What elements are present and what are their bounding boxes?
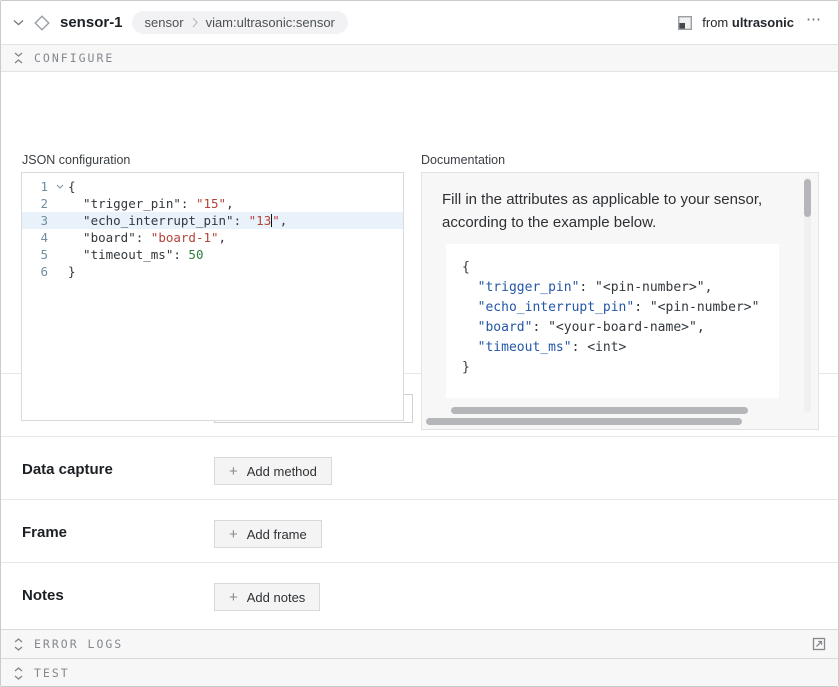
json-configuration-label: JSON configuration <box>22 153 130 167</box>
code-line[interactable]: 4 "board": "board-1", <box>22 229 403 246</box>
type-label: sensor <box>145 15 184 30</box>
fold-chevron-icon[interactable] <box>52 178 68 195</box>
open-external-icon[interactable] <box>812 637 826 651</box>
add-method-button[interactable]: + Add method <box>214 457 332 485</box>
add-notes-button[interactable]: + Add notes <box>214 583 320 611</box>
frame-section: Frame + Add frame <box>1 499 838 562</box>
configure-bar[interactable]: CONFIGURE <box>1 44 838 72</box>
code-text: "board": "board-1", <box>68 229 403 246</box>
add-frame-button[interactable]: + Add frame <box>214 520 322 548</box>
code-text: { <box>68 178 403 195</box>
frame-label: Frame <box>22 520 214 541</box>
line-number: 5 <box>22 246 52 263</box>
line-number: 4 <box>22 229 52 246</box>
code-line[interactable]: 3 "echo_interrupt_pin": "13", <box>22 212 403 229</box>
documentation-panel: Fill in the attributes as applicable to … <box>421 172 819 430</box>
code-line[interactable]: 1{ <box>22 178 403 195</box>
sensor-diamond-icon <box>33 14 51 32</box>
test-title: TEST <box>34 666 70 680</box>
fold-gutter <box>52 212 68 229</box>
code-line[interactable]: 6} <box>22 263 403 280</box>
collapse-section-icon <box>13 52 24 64</box>
documentation-label: Documentation <box>421 153 505 167</box>
doc-code-line: } <box>462 358 779 378</box>
doc-code-line: "trigger_pin": "<pin-number>", <box>462 278 779 298</box>
header-left: sensor-1 sensor viam:ultrasonic:sensor <box>13 11 678 34</box>
doc-code-line: "timeout_ms": <int> <box>462 338 779 358</box>
fold-gutter <box>52 246 68 263</box>
test-bar[interactable]: TEST <box>1 658 838 687</box>
component-header: sensor-1 sensor viam:ultrasonic:sensor f… <box>1 1 838 44</box>
header-right: from ultrasonic ⋯ <box>678 10 824 35</box>
collapse-chevron-icon[interactable] <box>13 19 24 26</box>
json-editor[interactable]: 1{2 "trigger_pin": "15",3 "echo_interrup… <box>21 172 404 421</box>
plus-icon: + <box>229 590 238 605</box>
expand-section-icon <box>13 638 24 651</box>
code-line[interactable]: 5 "timeout_ms": 50 <box>22 246 403 263</box>
error-logs-title: ERROR LOGS <box>34 637 123 651</box>
fold-gutter <box>52 263 68 280</box>
line-number: 1 <box>22 178 52 195</box>
documentation-code-block: { "trigger_pin": "<pin-number>", "echo_i… <box>446 244 779 398</box>
expand-section-icon <box>13 667 24 680</box>
code-text: "timeout_ms": 50 <box>68 246 403 263</box>
code-horizontal-scrollbar[interactable] <box>451 407 748 414</box>
doc-horizontal-scrollbar[interactable] <box>426 418 742 425</box>
code-line[interactable]: 2 "trigger_pin": "15", <box>22 195 403 212</box>
plus-icon: + <box>229 527 238 542</box>
line-number: 2 <box>22 195 52 212</box>
code-text: "trigger_pin": "15", <box>68 195 403 212</box>
fold-gutter <box>52 229 68 246</box>
line-number: 6 <box>22 263 52 280</box>
component-name: sensor-1 <box>60 14 123 31</box>
breadcrumb-chevron-icon <box>192 17 198 28</box>
model-label: viam:ultrasonic:sensor <box>206 15 335 30</box>
notes-section: Notes + Add notes <box>1 562 838 629</box>
documentation-text: Fill in the attributes as applicable to … <box>442 189 772 234</box>
doc-vertical-scrollbar[interactable] <box>804 179 811 217</box>
doc-code-line: "board": "<your-board-name>", <box>462 318 779 338</box>
module-icon <box>678 16 692 30</box>
data-capture-label: Data capture <box>22 457 214 478</box>
doc-code-line: { <box>462 258 779 278</box>
doc-code-line: "echo_interrupt_pin": "<pin-number>" <box>462 298 779 318</box>
data-capture-section: Data capture + Add method <box>1 436 838 499</box>
code-text: "echo_interrupt_pin": "13", <box>68 212 403 229</box>
configure-title: CONFIGURE <box>34 51 114 65</box>
more-options-button[interactable]: ⋯ <box>804 10 824 35</box>
line-number: 3 <box>22 212 52 229</box>
fold-gutter <box>52 195 68 212</box>
plus-icon: + <box>229 464 238 479</box>
error-logs-bar[interactable]: ERROR LOGS <box>1 629 838 658</box>
code-text: } <box>68 263 403 280</box>
component-type-badge: sensor viam:ultrasonic:sensor <box>132 11 348 34</box>
component-card: sensor-1 sensor viam:ultrasonic:sensor f… <box>0 0 839 687</box>
from-module-label: from ultrasonic <box>702 15 794 30</box>
configure-content: JSON configuration Documentation 1{2 "tr… <box>1 72 838 373</box>
notes-label: Notes <box>22 583 214 604</box>
